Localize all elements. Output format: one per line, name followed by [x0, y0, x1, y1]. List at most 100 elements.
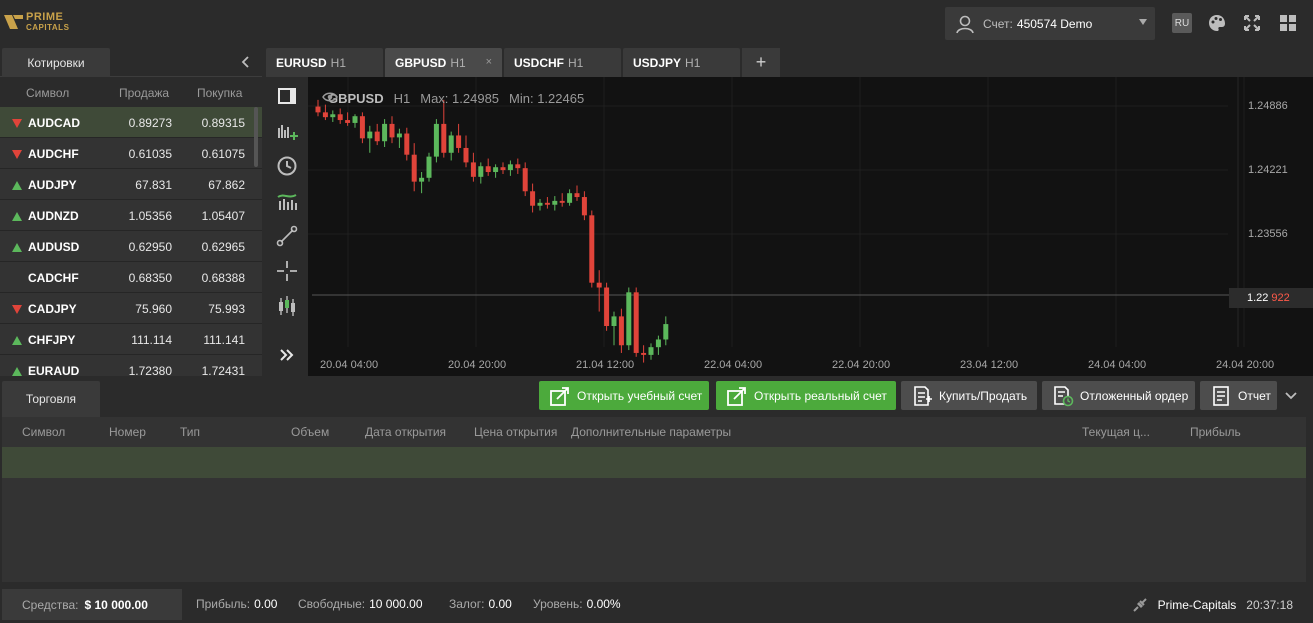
quote-row[interactable]: AUDNZD 1.05356 1.05407 [0, 200, 262, 231]
palette-icon[interactable] [1207, 13, 1227, 33]
quote-symbol: AUDCAD [28, 116, 80, 130]
open-demo-account-button[interactable]: Открыть учебный счет [539, 381, 709, 410]
candle-body [330, 114, 336, 118]
quote-row[interactable]: CADCHF 0.68350 0.68388 [0, 262, 262, 293]
quote-symbol: AUDNZD [28, 209, 79, 223]
margin-label: Залог: [449, 597, 485, 611]
col-current-price[interactable]: Текущая ц... [1082, 425, 1150, 439]
eye-icon[interactable] [322, 91, 338, 103]
candle-body [411, 154, 417, 182]
quote-row[interactable]: EURAUD 1.72380 1.72431 [0, 355, 262, 376]
arrow-up-icon [12, 336, 22, 345]
quote-row[interactable]: CADJPY 75.960 75.993 [0, 293, 262, 324]
line-tool-icon[interactable] [276, 225, 298, 247]
chart-tab-symbol: GBPUSD [395, 55, 447, 70]
fullscreen-icon[interactable] [1242, 13, 1262, 33]
col-open-price[interactable]: Цена открытия [474, 425, 557, 439]
candle-body [404, 133, 410, 155]
col-extra-params[interactable]: Дополнительные параметры [571, 425, 731, 439]
chart-tab-tf: H1 [330, 55, 347, 70]
quote-ask: 0.61075 [201, 147, 245, 161]
level-stat: Уровень: 0.00% [533, 597, 621, 611]
arrow-down-icon [12, 305, 22, 314]
account-label: Счет: [983, 16, 1013, 31]
tab-trading[interactable]: Торговля [2, 381, 100, 417]
candle-body [581, 197, 587, 216]
col-open-date[interactable]: Дата открытия [365, 425, 446, 439]
indicators-icon[interactable] [276, 120, 298, 142]
col-profit[interactable]: Прибыль [1190, 425, 1241, 439]
pending-order-button[interactable]: Отложенный ордер [1042, 381, 1195, 410]
clock-icon[interactable] [276, 155, 298, 177]
logo-line2: CAPITALS [26, 23, 70, 32]
chevron-down-icon[interactable] [1284, 390, 1298, 402]
x-tick-label: 20.04 20:00 [448, 359, 507, 371]
quote-bid: 1.05356 [128, 209, 172, 223]
add-chart-button[interactable]: + [742, 48, 780, 77]
candle-body [478, 166, 484, 177]
chart-tab-usdjpy[interactable]: USDJPY H1 [623, 48, 740, 77]
account-selector[interactable]: Счет: 450574 Demo [945, 7, 1155, 40]
quotes-scrollbar[interactable] [254, 107, 258, 167]
candle-body [448, 135, 454, 153]
chart-tab-tf: H1 [568, 55, 584, 70]
quote-bid: 75.960 [135, 302, 172, 316]
price-chart[interactable]: GBPUSD H1 Max: 1.24985 Min: 1.22465 1.24… [308, 77, 1313, 376]
candle-body [500, 167, 506, 171]
candle-body [663, 324, 669, 340]
app-root: PRIME CAPITALS Счет: 450574 Demo RU Коти… [0, 0, 1313, 623]
col-ask[interactable]: Покупка [197, 86, 242, 100]
y-tick-label: 1.23556 [1248, 228, 1288, 240]
language-button[interactable]: RU [1172, 13, 1192, 33]
col-type[interactable]: Тип [180, 425, 200, 439]
open-real-account-button[interactable]: Открыть реальный счет [716, 381, 896, 410]
candle-body [441, 123, 447, 153]
pending-order-icon [1054, 385, 1074, 406]
positions-empty-row[interactable] [2, 447, 1306, 478]
quote-row[interactable]: AUDCAD 0.89273 0.89315 [0, 107, 262, 138]
x-tick-label: 24.04 04:00 [1088, 359, 1147, 371]
trend-bars-icon[interactable] [276, 190, 298, 212]
col-volume[interactable]: Объем [291, 425, 329, 439]
candles-icon[interactable] [276, 295, 298, 317]
candlestick-chart[interactable] [308, 77, 1313, 376]
report-button[interactable]: Отчет [1200, 381, 1277, 410]
x-tick-label: 21.04 12:00 [576, 359, 635, 371]
prime-capitals-logo[interactable]: PRIME CAPITALS [4, 11, 70, 35]
candle-body [345, 120, 351, 123]
quote-row[interactable]: AUDJPY 67.831 67.862 [0, 169, 262, 200]
quote-row[interactable]: CHFJPY 111.114 111.141 [0, 324, 262, 355]
chart-tab-gbpusd[interactable]: GBPUSD H1 × [385, 48, 502, 77]
chevron-left-icon[interactable] [240, 56, 252, 68]
button-label: Отложенный ордер [1080, 388, 1189, 403]
margin-value: 0.00 [488, 597, 512, 611]
col-bid[interactable]: Продажа [119, 86, 169, 100]
tab-quotes[interactable]: Котировки [2, 48, 110, 77]
button-label: Открыть реальный счет [754, 388, 887, 403]
layout-grid-icon[interactable] [1278, 13, 1298, 33]
col-number[interactable]: Номер [109, 425, 146, 439]
x-tick-label: 22.04 20:00 [832, 359, 891, 371]
buy-sell-button[interactable]: Купить/Продать [901, 381, 1037, 410]
quote-ask: 67.862 [208, 178, 245, 192]
crosshair-icon[interactable] [276, 260, 298, 282]
chart-tab-eurusd[interactable]: EURUSD H1 [266, 48, 383, 77]
current-price-tag: 1.22 922 [1229, 288, 1313, 308]
quote-ask: 1.05407 [201, 209, 245, 223]
quote-row[interactable]: AUDUSD 0.62950 0.62965 [0, 231, 262, 262]
candle-body [596, 282, 602, 288]
x-tick-label: 23.04 12:00 [960, 359, 1019, 371]
quote-bid: 0.89273 [128, 116, 172, 130]
candle-body [530, 191, 536, 206]
quote-symbol: CADJPY [28, 302, 77, 316]
close-icon[interactable]: × [486, 56, 492, 68]
rectangle-icon[interactable] [276, 85, 298, 107]
candle-body [515, 164, 521, 169]
trading-panel: Торговля Открыть учебный счет Открыть ре… [0, 376, 1313, 587]
col-symbol[interactable]: Символ [22, 425, 65, 439]
status-right: Prime-Capitals 20:37:18 [1132, 597, 1293, 613]
more-icon[interactable] [276, 344, 298, 366]
col-symbol[interactable]: Символ [26, 86, 69, 100]
chart-tab-usdchf[interactable]: USDCHF H1 [504, 48, 621, 77]
quote-row[interactable]: AUDCHF 0.61035 0.61075 [0, 138, 262, 169]
